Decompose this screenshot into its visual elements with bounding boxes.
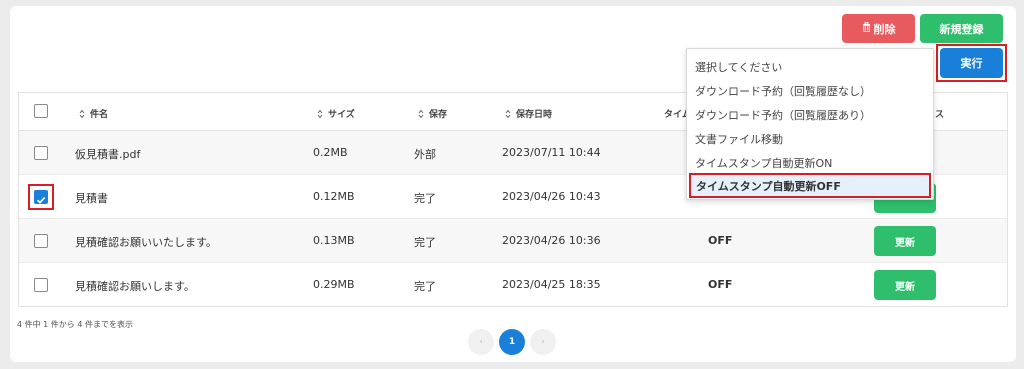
storage-status: 完了 <box>414 236 436 249</box>
row-checkbox[interactable] <box>34 278 48 292</box>
file-name: 見積確認お願いします。 <box>75 280 195 293</box>
select-all-checkbox[interactable] <box>34 104 48 118</box>
delete-button-label: 削除 <box>873 22 896 36</box>
check-icon <box>36 197 46 204</box>
saved-datetime: 2023/07/11 10:44 <box>502 146 601 159</box>
storage-status: 外部 <box>414 148 436 161</box>
saved-datetime: 2023/04/26 10:43 <box>502 190 601 203</box>
file-size: 0.29MB <box>313 278 355 291</box>
storage-status: 完了 <box>414 280 436 293</box>
file-size: 0.13MB <box>313 234 355 247</box>
page-button-current[interactable]: 1 <box>499 329 525 355</box>
dropdown-option[interactable]: ダウンロード予約（回覧履歴あり） <box>695 107 871 123</box>
storage-status: 完了 <box>414 192 436 205</box>
action-select-dropdown[interactable]: 選択してください ダウンロード予約（回覧履歴なし） ダウンロード予約（回覧履歴あ… <box>686 48 934 200</box>
chevron-right-icon: › <box>541 337 545 347</box>
sort-icon <box>79 109 85 119</box>
saved-datetime: 2023/04/25 18:35 <box>502 278 601 291</box>
table-row[interactable]: 見積確認お願いいたします。 0.13MB 完了 2023/04/26 10:36… <box>19 219 1007 263</box>
next-page-button[interactable]: › <box>530 329 556 355</box>
file-size: 0.12MB <box>313 190 355 203</box>
dropdown-option[interactable]: 選択してください <box>695 59 782 75</box>
column-header-storage[interactable]: 保存 <box>418 107 447 120</box>
dropdown-option[interactable]: 文書ファイル移動 <box>695 131 783 147</box>
trash-icon <box>862 22 871 35</box>
dropdown-option-selected[interactable]: タイムスタンプ自動更新OFF <box>689 173 931 198</box>
column-header-saved-at[interactable]: 保存日時 <box>505 107 552 120</box>
delete-button[interactable]: 削除 <box>842 14 915 43</box>
row-checkbox[interactable] <box>34 190 48 204</box>
dropdown-option[interactable]: ダウンロード予約（回覧履歴なし） <box>695 83 871 99</box>
file-size: 0.2MB <box>313 146 348 159</box>
pagination-summary: 4 件中 1 件から 4 件までを表示 <box>17 320 133 329</box>
column-header-size[interactable]: サイズ <box>317 107 355 120</box>
saved-datetime: 2023/04/26 10:36 <box>502 234 601 247</box>
sort-icon <box>505 109 511 119</box>
update-button[interactable]: 更新 <box>874 270 936 300</box>
column-header-name[interactable]: 件名 <box>79 107 108 120</box>
sort-icon <box>317 109 323 119</box>
file-name: 見積書 <box>75 192 108 205</box>
file-name: 仮見積書.pdf <box>75 148 141 161</box>
execute-button[interactable]: 実行 <box>940 48 1003 78</box>
row-checkbox[interactable] <box>34 234 48 248</box>
new-register-button[interactable]: 新規登録 <box>920 14 1003 43</box>
row-checkbox[interactable] <box>34 146 48 160</box>
sort-icon <box>418 109 424 119</box>
timestamp-status: OFF <box>708 278 733 291</box>
dropdown-option[interactable]: タイムスタンプ自動更新ON <box>695 155 832 171</box>
chevron-left-icon: ‹ <box>479 337 483 347</box>
timestamp-status: OFF <box>708 234 733 247</box>
previous-page-button[interactable]: ‹ <box>468 329 494 355</box>
file-name: 見積確認お願いいたします。 <box>75 236 217 249</box>
update-button[interactable]: 更新 <box>874 226 936 256</box>
table-row[interactable]: 見積確認お願いします。 0.29MB 完了 2023/04/25 18:35 O… <box>19 263 1007 307</box>
column-header-status[interactable]: ス <box>935 107 944 120</box>
